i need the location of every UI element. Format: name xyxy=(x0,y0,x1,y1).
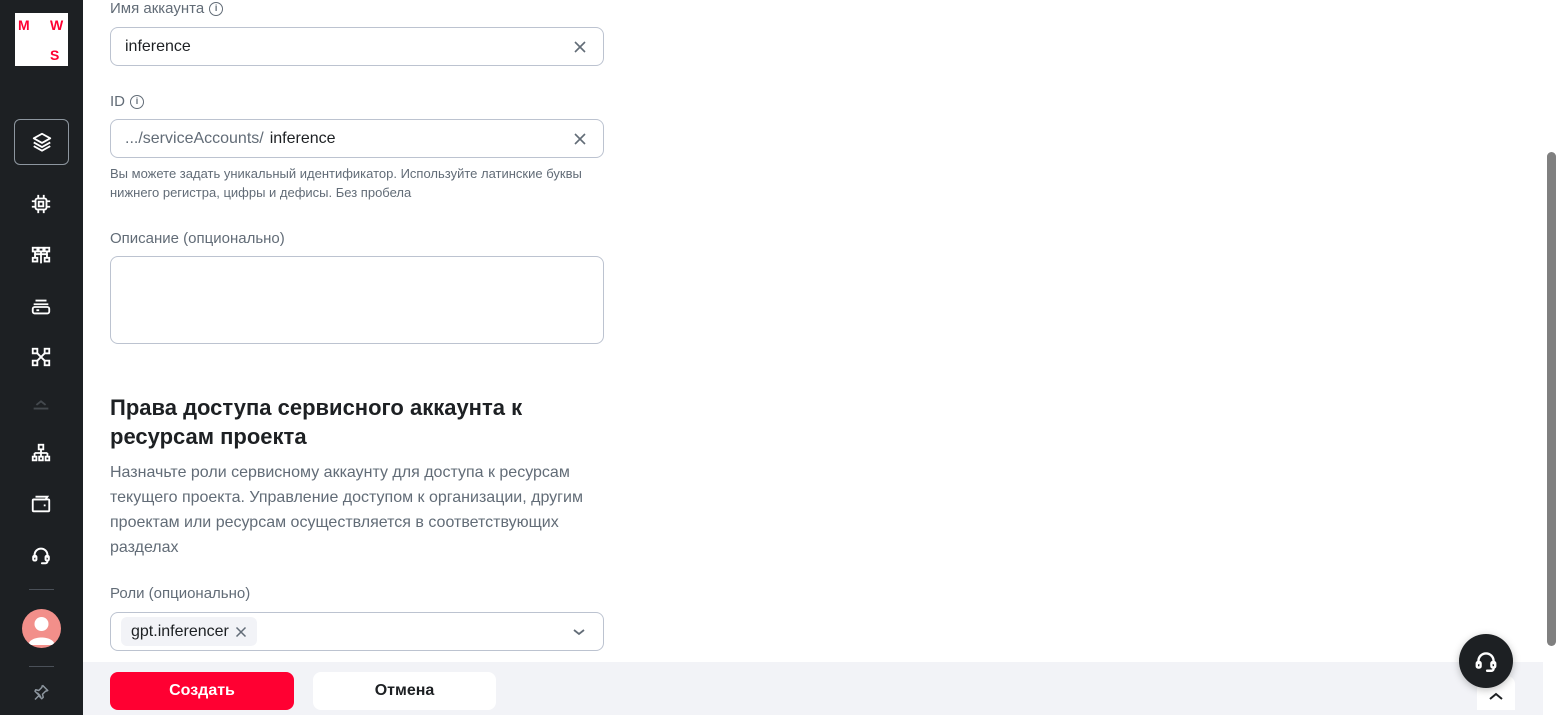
logo-letter-m: M xyxy=(18,17,30,33)
id-value: inference xyxy=(269,129,336,147)
chevron-up-icon xyxy=(33,400,49,410)
pin-icon xyxy=(34,684,49,701)
chip-icon xyxy=(31,194,51,214)
description-textarea[interactable] xyxy=(110,256,604,344)
access-section-description: Назначьте роли сервисному аккаунту для д… xyxy=(110,464,583,556)
chevron-down-icon[interactable] xyxy=(571,624,587,640)
clear-icon[interactable] xyxy=(573,40,587,54)
sidebar-item-compute[interactable] xyxy=(27,190,55,218)
scrollbar-thumb[interactable] xyxy=(1547,152,1556,646)
support-icon xyxy=(1475,652,1497,672)
account-name-label: Имя аккаунта i xyxy=(110,0,224,17)
sidebar-item-network[interactable] xyxy=(27,242,55,270)
chevron-up-icon xyxy=(1489,692,1503,700)
wallet-icon xyxy=(31,495,51,513)
user-icon xyxy=(28,617,55,645)
id-hint: Вы можете задать уникальный идентификато… xyxy=(110,166,582,200)
info-icon[interactable]: i xyxy=(130,94,144,109)
create-button[interactable]: Создать xyxy=(110,672,294,710)
form-footer xyxy=(83,662,1543,715)
logo-letter-s: S xyxy=(50,47,60,63)
sidebar-divider xyxy=(29,666,54,667)
clear-icon[interactable] xyxy=(573,132,587,146)
id-input[interactable]: .../serviceAccounts/ inference xyxy=(110,119,604,158)
id-prefix: .../serviceAccounts/ xyxy=(125,129,264,147)
sidebar: M W S xyxy=(0,0,83,715)
sidebar-divider xyxy=(29,589,54,590)
network-icon xyxy=(31,246,51,264)
description-label: Описание (опционально) xyxy=(110,230,285,247)
org-structure-icon xyxy=(31,443,51,462)
roles-select[interactable]: gpt.inferencer xyxy=(110,612,604,651)
remove-role-icon[interactable] xyxy=(235,626,247,638)
user-avatar[interactable] xyxy=(22,609,61,648)
server-icon xyxy=(31,299,51,315)
mws-logo[interactable]: M W S xyxy=(15,13,68,66)
pin-sidebar-button[interactable] xyxy=(27,678,55,706)
layers-icon xyxy=(32,132,51,152)
logo-letter-w: W xyxy=(50,17,64,33)
info-icon[interactable]: i xyxy=(209,1,224,16)
support-chat-button[interactable] xyxy=(1459,634,1513,688)
cancel-button[interactable]: Отмена xyxy=(313,672,496,710)
roles-label: Роли (опционально) xyxy=(110,585,251,602)
sidebar-item-storage[interactable] xyxy=(27,293,55,321)
sidebar-item-support[interactable] xyxy=(27,541,55,569)
role-chip: gpt.inferencer xyxy=(121,617,257,646)
sidebar-item-kubernetes[interactable] xyxy=(27,343,55,371)
sidebar-item-billing[interactable] xyxy=(27,490,55,518)
account-name-value: inference xyxy=(125,37,191,55)
support-icon xyxy=(32,547,50,565)
id-label: ID i xyxy=(110,93,144,110)
sidebar-item-collapsed[interactable] xyxy=(27,390,55,418)
account-name-input[interactable]: inference xyxy=(110,27,604,66)
role-chip-label: gpt.inferencer xyxy=(131,622,229,640)
sidebar-item-organization[interactable] xyxy=(27,439,55,467)
kubernetes-icon xyxy=(31,347,51,367)
sidebar-item-layers[interactable] xyxy=(14,119,69,165)
access-section-title: Права доступа сервисного аккаунта к ресу… xyxy=(110,395,523,449)
